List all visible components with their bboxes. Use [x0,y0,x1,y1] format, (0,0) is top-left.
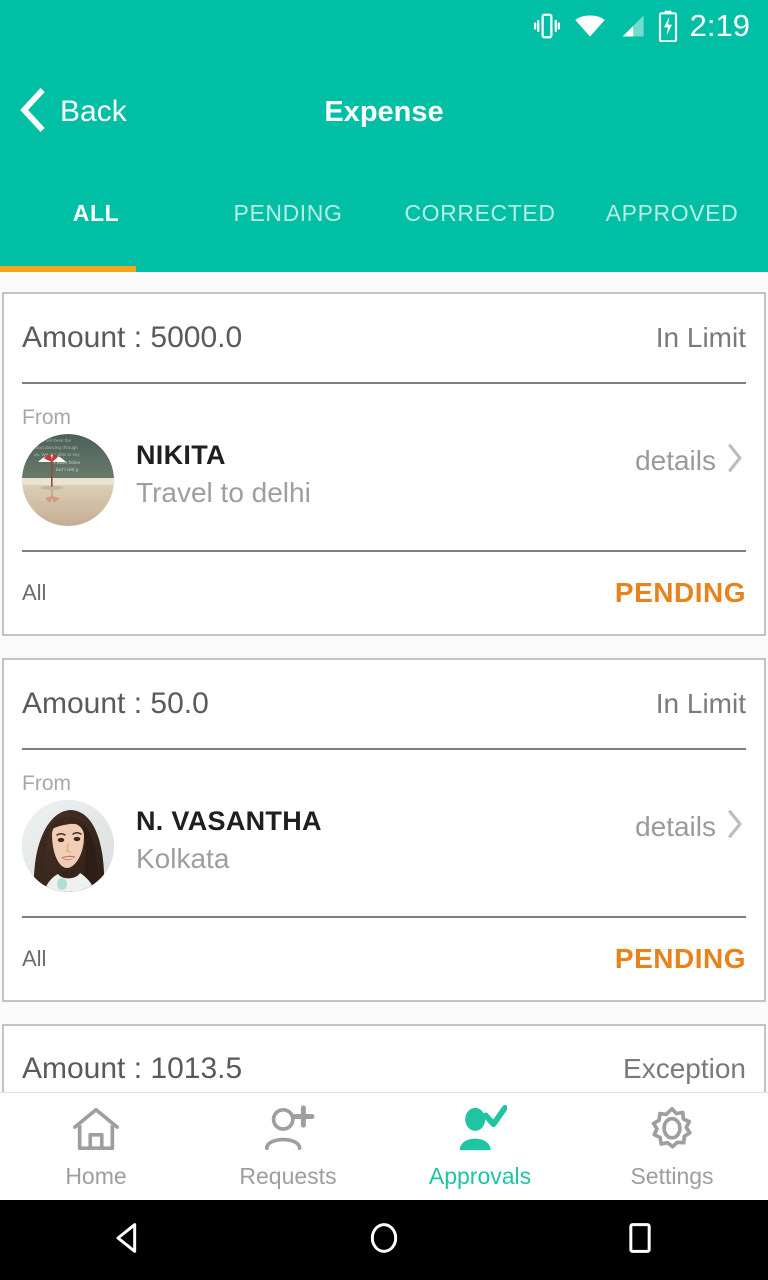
person-info: N. VASANTHA Kolkata [114,800,635,875]
android-home-icon [364,1218,404,1263]
from-label: From [22,406,71,429]
details-link[interactable]: details [635,434,746,479]
back-button-label: Back [60,95,127,128]
details-label: details [635,810,716,842]
expense-amount: Amount : 1013.5 [22,1052,243,1085]
tab-bar: ALL PENDING CORRECTED APPROVED [0,172,768,272]
expense-footer-row: All PENDING [22,918,746,1000]
app-bar: Back Expense [0,52,768,172]
expense-person-row: N. VASANTHA Kolkata details [22,800,746,916]
from-label: From [22,772,71,795]
android-recents-icon [620,1218,660,1263]
expense-scope: All [22,946,47,971]
nav-item-settings[interactable]: Settings [576,1104,768,1190]
person-add-icon [261,1104,315,1159]
battery-charging-icon [658,10,678,42]
person-subtitle: Kolkata [136,843,230,874]
nav-item-requests[interactable]: Requests [192,1104,384,1190]
vibrate-icon [532,11,562,41]
expense-limit-status: In Limit [655,322,746,353]
wifi-icon [574,12,606,40]
expense-card[interactable]: Amount : 5000.0 In Limit From so tell th… [2,292,766,636]
avatar [22,800,114,892]
person-name: N. VASANTHA [136,806,322,836]
android-home-button[interactable] [256,1218,512,1263]
avatar: so tell them the and dancing through us.… [22,434,114,526]
expense-person-row: so tell them the and dancing through us.… [22,434,746,550]
expense-amount-row: Amount : 50.0 In Limit [22,660,746,748]
bottom-navigation: Home Requests Approvals Settings [0,1092,768,1200]
tab-pending[interactable]: PENDING [192,172,384,227]
status-bar: 2:19 [0,0,768,52]
status-badge: PENDING [614,577,746,608]
nav-item-home[interactable]: Home [0,1104,192,1190]
expense-amount-row: Amount : 5000.0 In Limit [22,294,746,382]
person-name: NIKITA [136,440,226,470]
svg-text:but I will g: but I will g [56,467,79,472]
person-info: NIKITA Travel to delhi [114,434,635,509]
back-button[interactable]: Back [0,87,127,137]
expense-amount: Amount : 50.0 [22,687,209,720]
chevron-left-icon [14,87,48,137]
expense-card[interactable]: Amount : 50.0 In Limit From N. VASANTHA … [2,658,766,1002]
person-subtitle: Travel to delhi [136,477,311,508]
nav-label-home: Home [65,1162,127,1189]
tab-corrected[interactable]: CORRECTED [384,172,576,227]
expense-limit-status: Exception [623,1053,746,1084]
details-label: details [635,444,716,476]
svg-text:so tell them the: so tell them the [40,438,72,443]
svg-text:and dancing through: and dancing through [36,445,78,450]
phone-screen: 2:19 Back Expense ALL PENDING CORRECTED … [0,0,768,1280]
android-recents-button[interactable] [512,1218,768,1263]
expense-list[interactable]: Amount : 5000.0 In Limit From so tell th… [0,272,768,1148]
android-back-icon [108,1218,148,1263]
android-back-button[interactable] [0,1218,256,1263]
nav-label-approvals: Approvals [428,1162,532,1189]
nav-item-approvals[interactable]: Approvals [384,1104,576,1190]
cellular-signal-icon [618,12,646,40]
tab-all[interactable]: ALL [0,172,192,227]
gear-icon [645,1104,699,1159]
nav-label-requests: Requests [239,1162,337,1189]
expense-amount: Amount : 5000.0 [22,321,243,354]
nav-label-settings: Settings [630,1162,714,1189]
status-bar-time: 2:19 [689,8,750,43]
tab-approved[interactable]: APPROVED [576,172,768,227]
details-link[interactable]: details [635,800,746,845]
expense-scope: All [22,580,47,605]
person-check-icon [453,1104,508,1159]
expense-footer-row: All PENDING [22,552,746,634]
chevron-right-icon [724,808,746,845]
android-navigation-bar [0,1200,768,1280]
expense-limit-status: In Limit [655,688,746,719]
home-icon [69,1104,123,1159]
chevron-right-icon [724,442,746,479]
status-badge: PENDING [614,943,746,974]
